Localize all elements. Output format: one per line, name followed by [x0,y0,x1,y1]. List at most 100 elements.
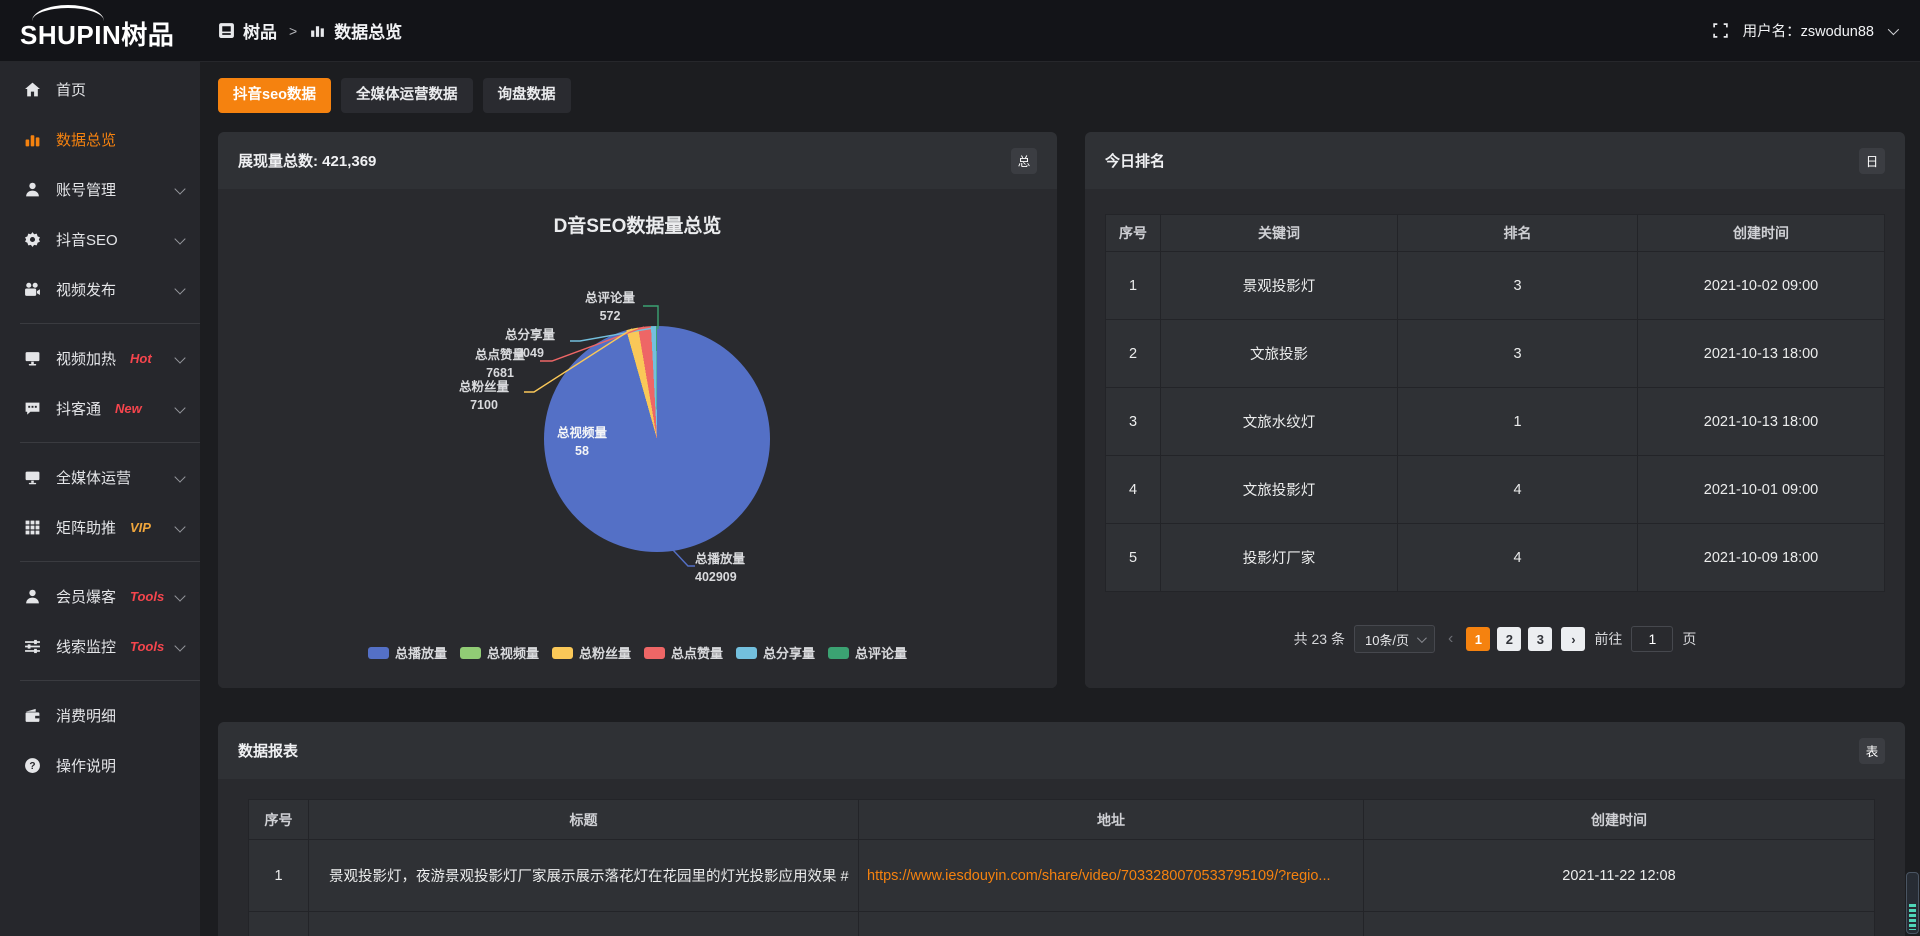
sidebar-item-video-heat[interactable]: 视频加热 Hot [0,333,200,383]
sidebar-item-clue-monitor[interactable]: 线索监控 Tools [0,621,200,671]
report-panel-header: 数据报表 表 [218,722,1905,779]
sidebar-item-doukegtong[interactable]: 抖客通 New [0,383,200,433]
sidebar-item-account-management[interactable]: 账号管理 [0,164,200,214]
table-cell: 投影灯厂家 [1161,524,1398,592]
report-panel-title: 数据报表 [238,740,298,761]
table-row: 1景观投影灯32021-10-02 09:00 [1106,252,1885,320]
main-content: 抖音seo数据 全媒体运营数据 询盘数据 展现量总数: 421,369 总 D音… [218,62,1905,936]
page-button-1[interactable]: 1 [1466,627,1490,651]
chevron-down-icon [174,521,185,532]
chart-title: D音SEO数据量总览 [218,211,1057,238]
goto-suffix: 页 [1682,629,1696,649]
table-cell: 文旅投影 [1161,320,1398,388]
logo: SHUPIN树品 [0,0,218,62]
prev-page-button[interactable]: ‹ [1444,630,1457,648]
ranking-table: 序号 关键词 排名 创建时间 1景观投影灯32021-10-02 09:002文… [1105,214,1885,592]
username[interactable]: 用户名：zswodun88 [1743,20,1874,41]
table-cell: 文旅投影灯 [1161,456,1398,524]
impressions-total: 展现量总数: 421,369 [238,150,376,171]
gear-icon [24,231,41,248]
sidebar-item-label: 矩阵助推 [56,517,116,538]
next-page-button[interactable]: › [1561,627,1585,651]
legend-item-plays[interactable]: 总播放量 [368,643,447,662]
sidebar-item-instructions[interactable]: ? 操作说明 [0,740,200,790]
table-view-button[interactable]: 表 [1859,738,1885,764]
legend-swatch [736,647,757,659]
column-header: 创建时间 [1364,800,1875,840]
chevron-down-icon [174,233,185,244]
today-ranking-panel: 今日排名 日 序号 关键词 排名 创建时间 1景观投影灯32021-10-02 … [1085,132,1905,688]
chevron-down-icon [174,590,185,601]
sidebar-item-label: 数据总览 [56,129,116,150]
legend-item-shares[interactable]: 总分享量 [736,643,815,662]
legend-swatch [644,647,665,659]
wallet-icon [24,707,41,724]
impressions-chart-panel: 展现量总数: 421,369 总 D音SEO数据量总览 总评论量572 总分享量… [218,132,1057,688]
scrollbar-widget[interactable] [1906,872,1919,934]
total-view-button[interactable]: 总 [1011,148,1037,174]
table-cell: 2021-10-13 18:00 [1638,320,1885,388]
pagination: 共 23 条 10条/页 ‹ 123 › 前往 页 [1105,625,1885,653]
goto-page-input[interactable] [1631,626,1673,652]
sidebar-item-label: 抖客通 [56,398,101,419]
tab-omnimedia-data[interactable]: 全媒体运营数据 [341,78,473,113]
sidebar-item-label: 抖音SEO [56,229,118,250]
pie-label-likes: 总点赞量7681 [460,347,540,382]
sidebar-item-home[interactable]: 首页 [0,64,200,114]
table-header-row: 序号 标题 地址 创建时间 [249,800,1875,840]
user-area: 用户名：zswodun88 [1712,20,1920,41]
sidebar-item-douyin-seo[interactable]: 抖音SEO [0,214,200,264]
tab-inquiry-data[interactable]: 询盘数据 [483,78,571,113]
tab-douyin-seo-data[interactable]: 抖音seo数据 [218,78,331,113]
table-row: 3文旅水纹灯12021-10-13 18:00 [1106,388,1885,456]
video-camera-icon [24,281,41,298]
data-source-tabs: 抖音seo数据 全媒体运营数据 询盘数据 [218,78,1905,113]
chevron-down-icon [174,471,185,482]
table-cell: https://www.iesdouyin.com/share/video/70… [859,840,1364,912]
svg-text:?: ? [29,761,35,772]
total-count: 共 23 条 [1294,629,1345,649]
sidebar-item-consumption-detail[interactable]: 消费明细 [0,690,200,740]
page-button-2[interactable]: 2 [1497,627,1521,651]
pie-label-videos: 总视频量58 [542,425,622,460]
legend-swatch [460,647,481,659]
video-link[interactable]: https://www.iesdouyin.com/share/video/70… [867,868,1331,884]
sidebar-item-label: 账号管理 [56,179,116,200]
table-row: 1景观投影灯，夜游景观投影灯厂家展示展示落花灯在花园里的灯光投影应用效果 #ht… [249,840,1875,912]
report-table-area: 序号 标题 地址 创建时间 1景观投影灯，夜游景观投影灯厂家展示展示落花灯在花园… [218,779,1905,936]
sidebar-item-video-publish[interactable]: 视频发布 [0,264,200,314]
fullscreen-icon[interactable] [1712,22,1729,39]
table-cell: 1 [1106,252,1161,320]
legend-swatch [828,647,849,659]
page-size-select[interactable]: 10条/页 [1354,625,1435,653]
table-row [249,912,1875,936]
breadcrumb-current: 数据总览 [334,18,402,43]
sidebar-item-member-explosion[interactable]: 会员爆客 Tools [0,571,200,621]
table-cell: 1 [1398,388,1638,456]
logo-text: SHUPIN树品 [20,15,174,52]
tools-badge: Tools [130,589,164,604]
breadcrumb-root[interactable]: 树品 [243,18,277,43]
page-buttons: 123 [1466,627,1552,651]
legend-item-comments[interactable]: 总评论量 [828,643,907,662]
sidebar-item-matrix-boost[interactable]: 矩阵助推 VIP [0,502,200,552]
legend-item-videos[interactable]: 总视频量 [460,643,539,662]
legend-item-likes[interactable]: 总点赞量 [644,643,723,662]
sidebar-item-data-overview[interactable]: 数据总览 [0,114,200,164]
username-label: 用户名： [1743,24,1801,40]
page-button-3[interactable]: 3 [1528,627,1552,651]
daily-view-button[interactable]: 日 [1859,148,1885,174]
member-icon [24,588,41,605]
sidebar-item-omnimedia-operation[interactable]: 全媒体运营 [0,452,200,502]
table-cell: 景观投影灯 [1161,252,1398,320]
sidebar-divider [20,680,200,681]
sidebar-item-label: 全媒体运营 [56,467,131,488]
legend-item-fans[interactable]: 总粉丝量 [552,643,631,662]
pie-label-plays: 总播放量402909 [695,551,785,586]
chat-bubble-icon [24,400,41,417]
breadcrumb-separator: > [289,23,297,39]
grid-icon [24,519,41,536]
table-cell [1364,912,1875,936]
table-cell: 文旅水纹灯 [1161,388,1398,456]
table-cell: 3 [1398,320,1638,388]
